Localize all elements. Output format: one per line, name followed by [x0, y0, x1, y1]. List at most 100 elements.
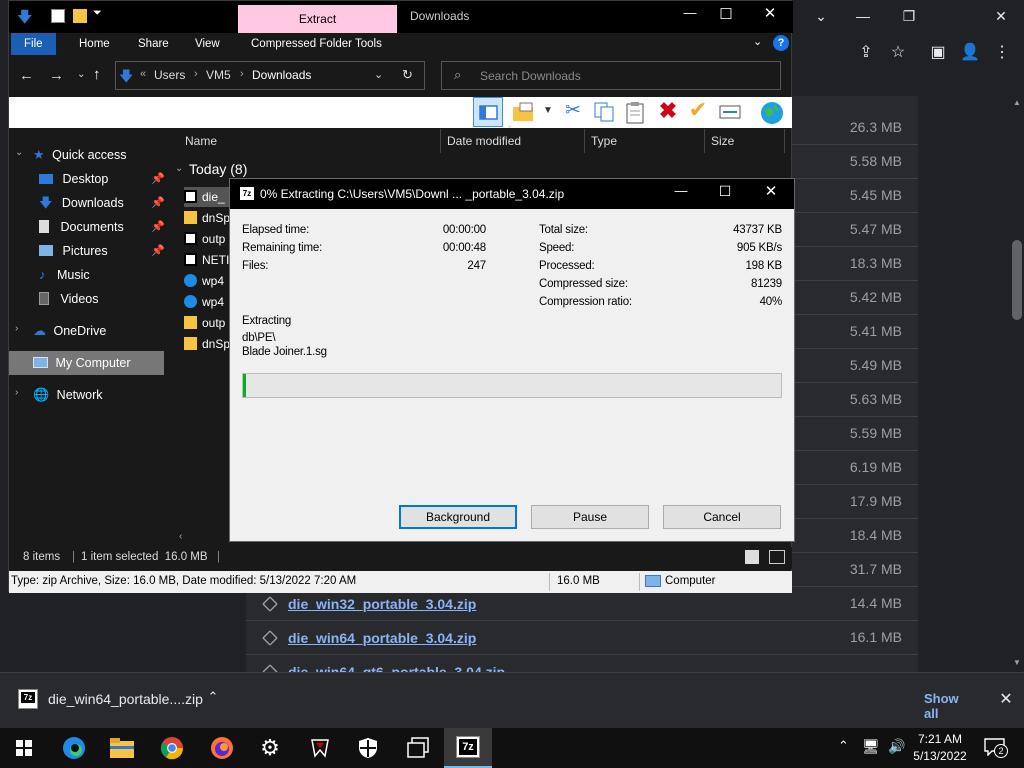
download-item[interactable]: die_win64_portable_3.04.zip [262, 628, 662, 648]
checkmark-icon[interactable]: ✔ [685, 97, 711, 125]
share-icon[interactable]: ⇪ [852, 40, 880, 66]
chrome-menu-icon[interactable]: ⋮ [988, 40, 1016, 66]
help-icon[interactable]: ? [773, 35, 789, 51]
close-icon[interactable]: ✕ [760, 182, 782, 204]
details-view-icon[interactable] [745, 550, 759, 564]
copy-button[interactable] [593, 101, 615, 123]
address-bar[interactable]: 🡇 « Users › VM5 › Downloads ⌄ ↻ [115, 61, 425, 90]
close-icon[interactable]: ✕ [757, 4, 783, 26]
network-icon[interactable]: 🖥 [862, 738, 882, 758]
breadcrumb-vm5[interactable]: VM5 [206, 68, 240, 84]
dropdown-arrow-icon[interactable]: ▼ [543, 105, 553, 119]
search-box[interactable]: ⌕ Search Downloads [441, 61, 781, 90]
download-arrow-icon[interactable]: 🡇 [17, 7, 33, 26]
forward-arrow-icon[interactable]: → [49, 67, 67, 85]
column-date-modified[interactable]: Date modified [441, 129, 585, 153]
chrome-taskbar-button[interactable] [148, 728, 196, 768]
up-arrow-icon[interactable]: ↑ [93, 66, 109, 84]
firefox-taskbar-button[interactable] [198, 728, 246, 768]
preview-pane-button[interactable] [473, 97, 503, 127]
tab-extract[interactable]: Extract [238, 5, 397, 33]
task-view-taskbar-button[interactable] [394, 728, 442, 768]
paste-button[interactable] [625, 101, 647, 125]
nav-downloads[interactable]: 🡇 Downloads 📌 [9, 191, 165, 215]
shelf-filename[interactable]: die_win64_portable....zip [48, 691, 203, 711]
edge-taskbar-button[interactable] [50, 728, 98, 768]
nav-music[interactable]: ♪ Music [9, 263, 164, 287]
minimize-icon[interactable]: — [670, 183, 692, 203]
bookmark-star-icon[interactable]: ☆ [884, 40, 912, 66]
nav-documents[interactable]: Documents 📌 [9, 215, 165, 239]
delete-icon[interactable]: ✖ [657, 98, 679, 124]
cancel-button[interactable]: Cancel [663, 505, 781, 529]
tab-home[interactable]: Home [66, 33, 123, 55]
nav-pictures[interactable]: Pictures 📌 [9, 239, 165, 263]
chrome-maximize-button[interactable]: ❐ [886, 4, 932, 28]
tab-view[interactable]: View [182, 33, 233, 55]
column-size[interactable]: Size [705, 129, 785, 153]
breadcrumb-users[interactable]: Users [154, 68, 194, 84]
security-taskbar-button[interactable] [344, 728, 392, 768]
close-icon[interactable]: ✕ [996, 689, 1016, 709]
download-item[interactable]: die_win64_qt6_portable_3.04.zip [262, 662, 662, 672]
rename-button[interactable] [719, 103, 741, 121]
back-arrow-icon[interactable]: ← [19, 67, 37, 85]
collapse-group-icon[interactable]: ⌄ [175, 163, 187, 179]
address-dropdown-icon[interactable]: ⌄ [374, 68, 386, 84]
breadcrumb-downloads[interactable]: Downloads [252, 68, 332, 84]
pause-button[interactable]: Pause [531, 505, 649, 529]
ribbon-expand-icon[interactable]: ⌄ [753, 35, 767, 53]
recent-locations-icon[interactable]: ⌄ [77, 69, 89, 85]
column-type[interactable]: Type [585, 129, 705, 153]
nav-quick-access[interactable]: ★ Quick access [9, 143, 164, 167]
maximize-icon[interactable]: ☐ [714, 183, 736, 203]
stat-label-remaining: Remaining time: [242, 242, 323, 254]
tab-file[interactable]: File [11, 33, 56, 55]
chrome-minimize-button[interactable]: — [840, 4, 886, 28]
profile-icon[interactable]: 👤 [956, 40, 984, 66]
nav-my-computer[interactable]: My Computer [9, 351, 164, 375]
download-link[interactable]: die_win64_qt6_portable_3.04.zip [288, 662, 505, 672]
notification-center-button[interactable]: 2 [984, 738, 1008, 758]
scroll-up-arrow-icon[interactable]: ▲ [1012, 98, 1022, 108]
globe-button[interactable] [759, 100, 785, 126]
app-taskbar-button[interactable] [296, 728, 344, 768]
download-link[interactable]: die_win64_portable_3.04.zip [288, 630, 476, 646]
chrome-scrollbar[interactable] [1010, 96, 1024, 672]
start-button[interactable] [0, 728, 48, 768]
show-all-button[interactable]: Show all [924, 691, 974, 721]
properties-icon[interactable] [51, 9, 65, 23]
clock-time[interactable]: 7:21 AM [908, 732, 972, 748]
download-item[interactable]: die_win32_portable_3.04.zip [262, 594, 662, 614]
large-icons-view-icon[interactable] [769, 550, 785, 564]
nav-onedrive[interactable]: ☁ OneDrive [9, 319, 164, 343]
minimize-icon[interactable]: — [677, 5, 703, 27]
maximize-icon[interactable]: ☐ [713, 5, 739, 27]
new-folder-icon[interactable] [73, 9, 87, 23]
background-button[interactable]: Background [399, 505, 517, 529]
column-name[interactable]: Name [179, 129, 441, 153]
clock-date[interactable]: 5/13/2022 [908, 749, 972, 765]
volume-icon[interactable]: 🔊 [888, 738, 908, 758]
nav-desktop[interactable]: Desktop 📌 [9, 167, 165, 191]
nav-videos[interactable]: Videos [9, 287, 164, 311]
move-folder-button[interactable] [512, 101, 536, 123]
settings-taskbar-button[interactable]: ⚙ [246, 728, 294, 768]
tab-compressed-folder-tools[interactable]: Compressed Folder Tools [238, 33, 395, 55]
sevenzip-taskbar-button[interactable]: 7z [444, 728, 492, 768]
nav-network[interactable]: 🌐 Network [9, 383, 164, 407]
chrome-close-button[interactable]: ✕ [978, 4, 1024, 28]
side-panel-icon[interactable]: ▣ [924, 40, 952, 66]
file-explorer-taskbar-button[interactable] [98, 728, 146, 768]
customize-qat-icon[interactable]: ⏷ [93, 7, 107, 25]
chevron-up-icon[interactable]: ⌃ [204, 689, 222, 709]
chrome-scrollbar-thumb[interactable] [1012, 240, 1022, 320]
download-link[interactable]: die_win32_portable_3.04.zip [288, 596, 476, 612]
scroll-down-arrow-icon[interactable]: ▼ [1012, 658, 1022, 668]
chevron-up-icon[interactable]: ⌃ [838, 738, 854, 758]
refresh-icon[interactable]: ↻ [402, 67, 416, 83]
chrome-tab-search-button[interactable]: ⌄ [798, 4, 844, 28]
breadcrumb-overflow-icon[interactable]: « [140, 68, 154, 84]
cut-icon[interactable]: ✂ [561, 99, 585, 125]
tab-share[interactable]: Share [125, 33, 182, 55]
